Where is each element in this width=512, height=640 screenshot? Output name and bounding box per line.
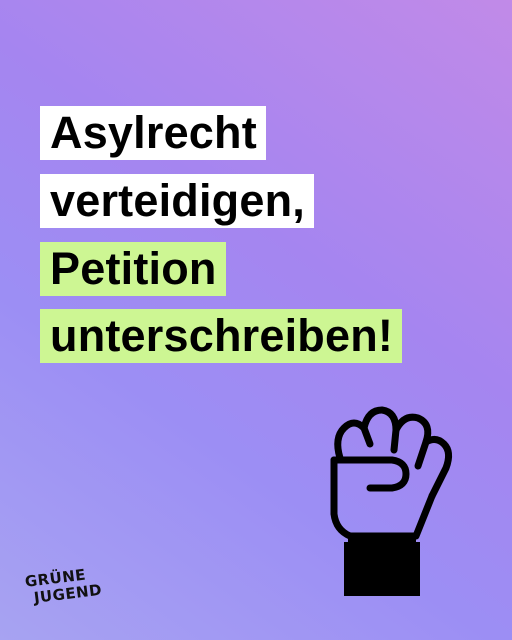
raised-fist-icon	[330, 406, 453, 596]
gruene-jugend-logo: GRÜNE JUGEND	[24, 561, 139, 622]
headline: Asylrecht verteidigen, Petition untersch…	[40, 106, 480, 363]
headline-line-2: verteidigen,	[40, 174, 314, 228]
headline-line-3: Petition	[40, 242, 226, 296]
headline-line-1: Asylrecht	[40, 106, 266, 160]
headline-line-4: unterschreiben!	[40, 309, 403, 363]
campaign-poster: Asylrecht verteidigen, Petition untersch…	[0, 0, 512, 640]
